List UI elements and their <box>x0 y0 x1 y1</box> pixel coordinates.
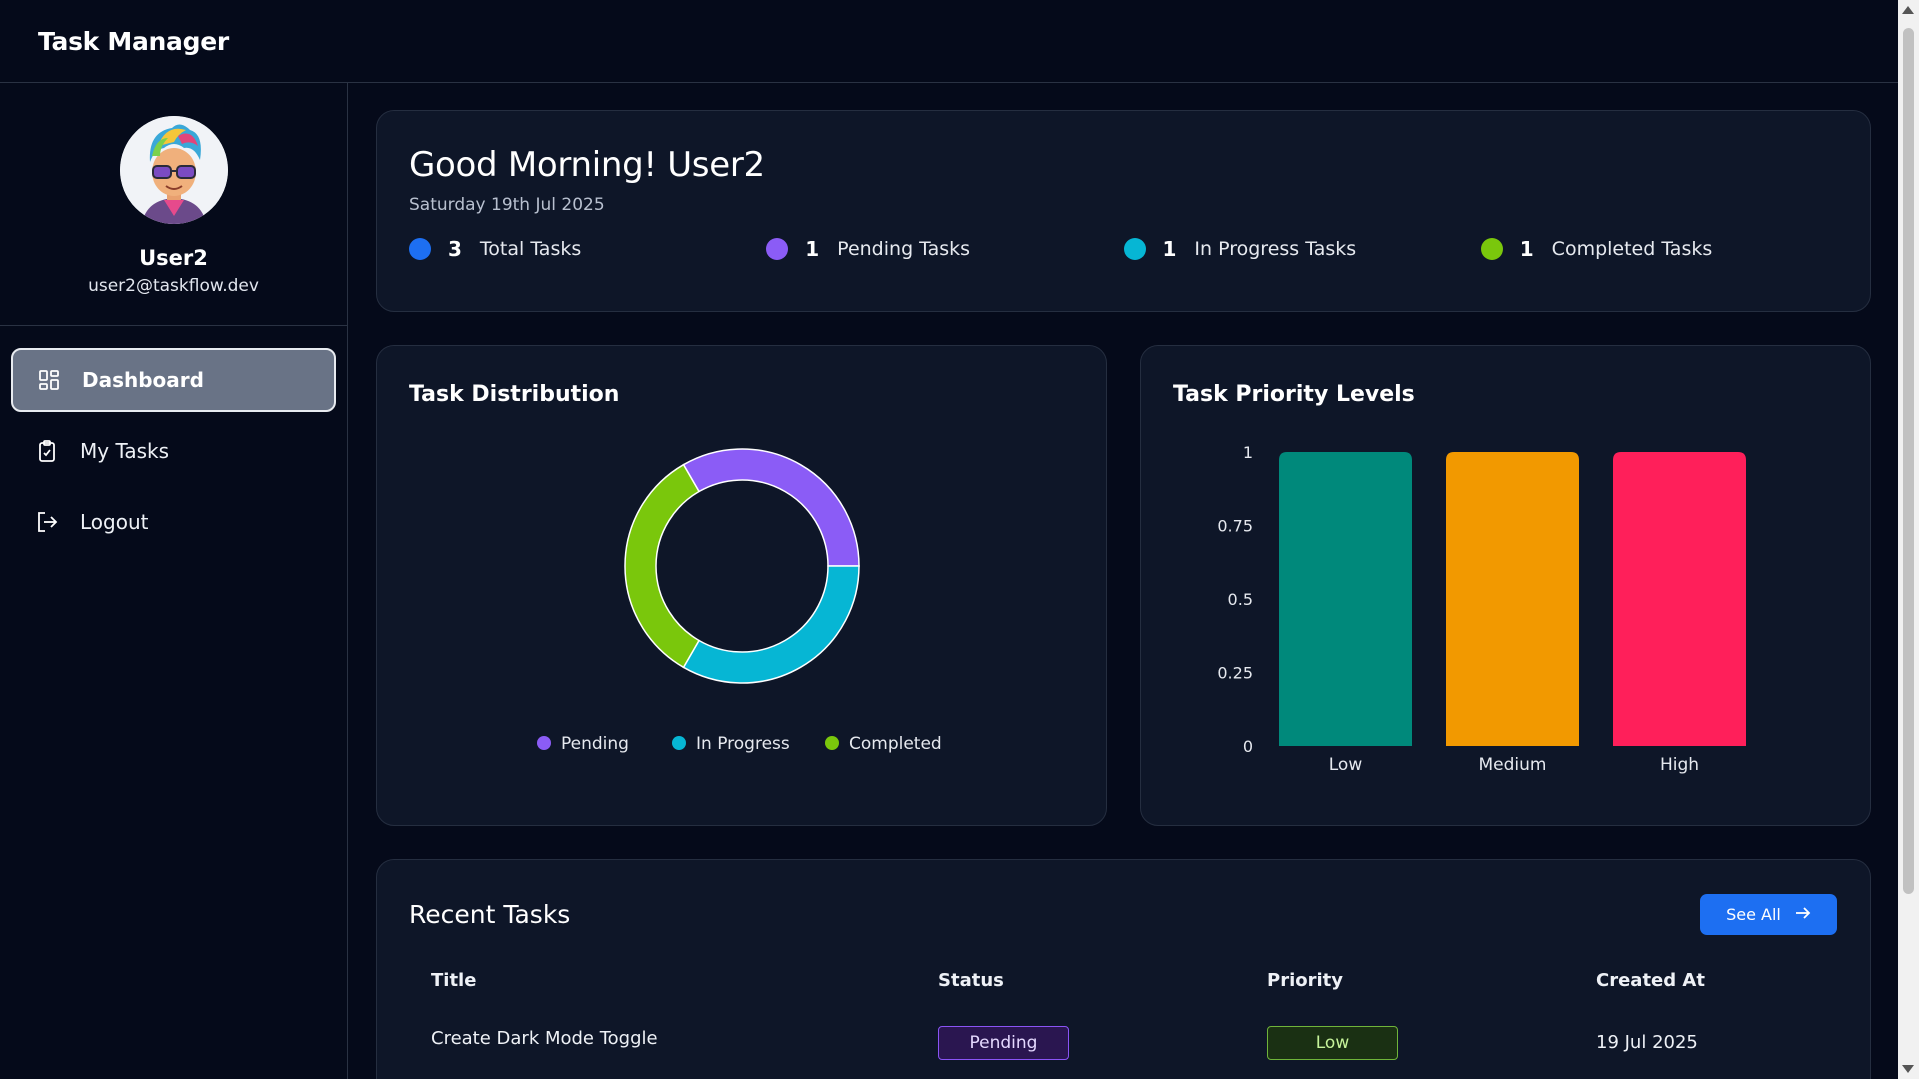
sidebar-item-label: Logout <box>80 510 149 534</box>
app-title: Task Manager <box>38 26 229 56</box>
y-tick-label: 0.75 <box>1217 517 1253 536</box>
avatar-illustration <box>119 116 228 224</box>
sidebar-nav: Dashboard My Tasks Logout <box>0 326 347 554</box>
greeting-title: Good Morning! User2 <box>409 145 765 185</box>
bar-chart: 0 0.25 0.5 0.75 1 Low Medium High <box>1217 443 1746 775</box>
legend-label: In Progress <box>696 734 790 754</box>
column-header: Title <box>431 970 477 991</box>
column-header: Status <box>938 970 1004 991</box>
task-title: Create Dark Mode Toggle <box>431 1028 658 1049</box>
legend-label: Pending <box>561 734 629 754</box>
bar-high[interactable] <box>1613 452 1746 746</box>
scroll-up-icon[interactable] <box>1902 6 1914 14</box>
status-badge: Pending <box>938 1026 1069 1060</box>
see-all-label: See All <box>1726 905 1781 924</box>
avatar <box>119 116 228 224</box>
logout-icon <box>34 509 60 535</box>
stat-value: 3 <box>448 237 462 261</box>
scroll-down-icon[interactable] <box>1902 1065 1914 1073</box>
user-profile: User2 user2@taskflow.dev <box>0 83 347 326</box>
legend-label: Completed <box>849 734 942 754</box>
stat-label: Completed Tasks <box>1551 238 1713 260</box>
dashboard-icon <box>36 367 62 393</box>
page-scrollbar[interactable] <box>1898 0 1919 1079</box>
donut-slice-pending[interactable] <box>682 448 860 567</box>
clipboard-icon <box>34 438 60 464</box>
stat-total: 3 Total Tasks <box>409 237 766 261</box>
stat-dot <box>1123 238 1146 260</box>
stat-dot <box>1480 238 1503 260</box>
user-email: user2@taskflow.dev <box>88 276 259 296</box>
sidebar-item-logout[interactable]: Logout <box>11 490 336 554</box>
see-all-button[interactable]: See All <box>1700 894 1837 935</box>
sidebar-item-label: Dashboard <box>82 368 204 392</box>
greeting-card: Good Morning! User2 Saturday 19th Jul 20… <box>376 110 1871 312</box>
sidebar: User2 user2@taskflow.dev Dashboard My Ta… <box>0 83 348 1079</box>
donut-chart: Pending In Progress Completed <box>537 448 942 754</box>
legend-marker <box>825 736 839 750</box>
current-date: Saturday 19th Jul 2025 <box>409 195 605 215</box>
priority-badge: Low <box>1267 1026 1398 1060</box>
donut-slice-completed[interactable] <box>624 463 701 669</box>
stat-value: 1 <box>1162 237 1177 261</box>
stat-dot <box>409 238 431 260</box>
stat-in-progress: 1 In Progress Tasks <box>1123 237 1481 261</box>
x-tick-label: Low <box>1329 755 1363 775</box>
legend-marker <box>537 736 551 750</box>
created-date: 19 Jul 2025 <box>1596 1032 1698 1053</box>
user-name: User2 <box>139 246 208 270</box>
card-title: Recent Tasks <box>409 900 571 929</box>
sidebar-item-my-tasks[interactable]: My Tasks <box>11 419 336 483</box>
task-priority-card: Task Priority Levels 0 0.25 0.5 0.75 1 Low Med… <box>1140 345 1871 826</box>
donut-slice-in-progress[interactable] <box>682 565 860 684</box>
bar-medium[interactable] <box>1446 452 1579 746</box>
legend-marker <box>672 736 686 750</box>
y-tick-label: 0.25 <box>1217 664 1253 683</box>
y-tick-label: 1 <box>1243 443 1253 462</box>
stat-pending: 1 Pending Tasks <box>766 237 1123 261</box>
stat-dot <box>766 238 789 260</box>
top-header: Task Manager <box>0 0 1898 83</box>
column-header: Priority <box>1267 970 1343 991</box>
stat-completed: 1 Completed Tasks <box>1480 237 1838 261</box>
task-stats: 3 Total Tasks 1 Pending Tasks 1 In Progr… <box>409 237 1838 261</box>
stat-label: Total Tasks <box>479 238 582 260</box>
bar-low[interactable] <box>1279 452 1412 746</box>
recent-tasks-card: Recent Tasks See All Title Status Priori… <box>376 859 1871 1079</box>
y-tick-label: 0.5 <box>1228 590 1253 609</box>
column-header: Created At <box>1596 970 1705 991</box>
stat-value: 1 <box>1519 237 1534 261</box>
arrow-right-icon <box>1795 905 1811 924</box>
sidebar-item-label: My Tasks <box>80 439 170 463</box>
stat-label: Pending Tasks <box>837 238 971 260</box>
x-tick-label: High <box>1660 755 1699 775</box>
y-tick-label: 0 <box>1243 737 1253 756</box>
sidebar-item-dashboard[interactable]: Dashboard <box>11 348 336 412</box>
stat-label: In Progress Tasks <box>1194 238 1357 260</box>
task-distribution-card: Task Distribution Pending In Progress Comp… <box>376 345 1107 826</box>
x-tick-label: Medium <box>1479 755 1547 775</box>
scrollbar-thumb[interactable] <box>1903 28 1914 894</box>
stat-value: 1 <box>805 237 820 261</box>
